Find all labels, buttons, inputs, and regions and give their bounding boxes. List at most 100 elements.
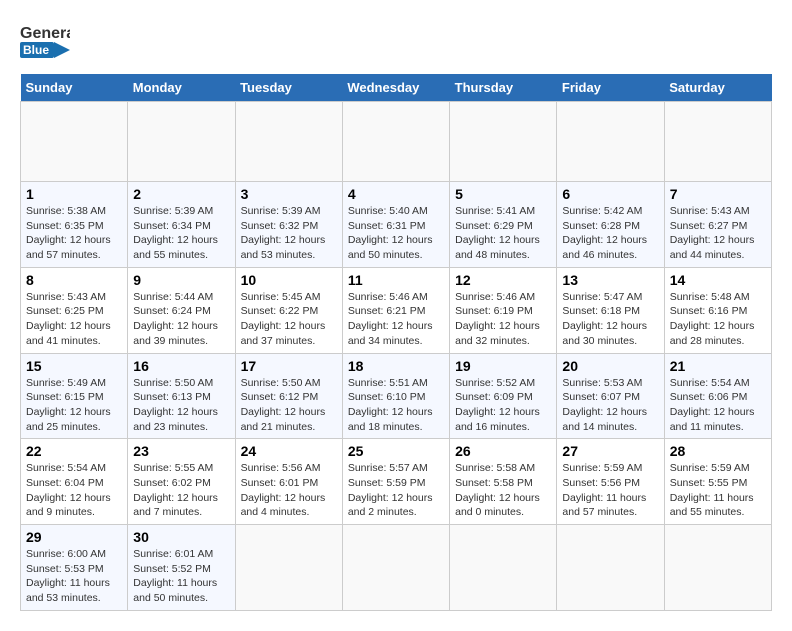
day-info: Sunrise: 5:42 AM Sunset: 6:28 PM Dayligh… [562,204,658,263]
day-info: Sunrise: 5:43 AM Sunset: 6:25 PM Dayligh… [26,290,122,349]
calendar-week-row [21,102,772,182]
calendar-cell: 14 Sunrise: 5:48 AM Sunset: 6:16 PM Dayl… [664,267,771,353]
calendar-cell [450,525,557,611]
day-info: Sunrise: 5:44 AM Sunset: 6:24 PM Dayligh… [133,290,229,349]
day-info: Sunrise: 5:57 AM Sunset: 5:59 PM Dayligh… [348,461,444,520]
day-number: 2 [133,186,229,202]
day-number: 28 [670,443,766,459]
day-number: 19 [455,358,551,374]
day-info: Sunrise: 5:59 AM Sunset: 5:56 PM Dayligh… [562,461,658,520]
calendar-table: SundayMondayTuesdayWednesdayThursdayFrid… [20,74,772,611]
day-info: Sunrise: 5:50 AM Sunset: 6:13 PM Dayligh… [133,376,229,435]
calendar-cell: 12 Sunrise: 5:46 AM Sunset: 6:19 PM Dayl… [450,267,557,353]
day-number: 29 [26,529,122,545]
calendar-cell: 10 Sunrise: 5:45 AM Sunset: 6:22 PM Dayl… [235,267,342,353]
calendar-cell: 9 Sunrise: 5:44 AM Sunset: 6:24 PM Dayli… [128,267,235,353]
day-info: Sunrise: 5:48 AM Sunset: 6:16 PM Dayligh… [670,290,766,349]
calendar-week-row: 1 Sunrise: 5:38 AM Sunset: 6:35 PM Dayli… [21,182,772,268]
calendar-cell: 5 Sunrise: 5:41 AM Sunset: 6:29 PM Dayli… [450,182,557,268]
day-number: 26 [455,443,551,459]
calendar-cell [557,102,664,182]
day-number: 18 [348,358,444,374]
day-info: Sunrise: 5:59 AM Sunset: 5:55 PM Dayligh… [670,461,766,520]
calendar-cell: 18 Sunrise: 5:51 AM Sunset: 6:10 PM Dayl… [342,353,449,439]
calendar-cell [664,525,771,611]
day-info: Sunrise: 6:00 AM Sunset: 5:53 PM Dayligh… [26,547,122,606]
day-number: 30 [133,529,229,545]
calendar-cell: 7 Sunrise: 5:43 AM Sunset: 6:27 PM Dayli… [664,182,771,268]
calendar-cell: 4 Sunrise: 5:40 AM Sunset: 6:31 PM Dayli… [342,182,449,268]
calendar-cell: 8 Sunrise: 5:43 AM Sunset: 6:25 PM Dayli… [21,267,128,353]
calendar-cell [235,525,342,611]
weekday-header: Sunday [21,74,128,102]
day-info: Sunrise: 5:39 AM Sunset: 6:32 PM Dayligh… [241,204,337,263]
day-number: 6 [562,186,658,202]
calendar-cell: 28 Sunrise: 5:59 AM Sunset: 5:55 PM Dayl… [664,439,771,525]
calendar-cell [450,102,557,182]
day-info: Sunrise: 5:51 AM Sunset: 6:10 PM Dayligh… [348,376,444,435]
day-number: 16 [133,358,229,374]
calendar-cell: 29 Sunrise: 6:00 AM Sunset: 5:53 PM Dayl… [21,525,128,611]
day-info: Sunrise: 5:52 AM Sunset: 6:09 PM Dayligh… [455,376,551,435]
calendar-week-row: 22 Sunrise: 5:54 AM Sunset: 6:04 PM Dayl… [21,439,772,525]
calendar-cell [342,525,449,611]
day-info: Sunrise: 5:46 AM Sunset: 6:19 PM Dayligh… [455,290,551,349]
day-info: Sunrise: 5:54 AM Sunset: 6:04 PM Dayligh… [26,461,122,520]
day-info: Sunrise: 5:39 AM Sunset: 6:34 PM Dayligh… [133,204,229,263]
day-info: Sunrise: 5:55 AM Sunset: 6:02 PM Dayligh… [133,461,229,520]
calendar-cell: 20 Sunrise: 5:53 AM Sunset: 6:07 PM Dayl… [557,353,664,439]
day-number: 11 [348,272,444,288]
calendar-cell: 3 Sunrise: 5:39 AM Sunset: 6:32 PM Dayli… [235,182,342,268]
calendar-cell: 24 Sunrise: 5:56 AM Sunset: 6:01 PM Dayl… [235,439,342,525]
day-info: Sunrise: 5:38 AM Sunset: 6:35 PM Dayligh… [26,204,122,263]
day-number: 7 [670,186,766,202]
day-number: 5 [455,186,551,202]
calendar-cell: 25 Sunrise: 5:57 AM Sunset: 5:59 PM Dayl… [342,439,449,525]
calendar-cell: 23 Sunrise: 5:55 AM Sunset: 6:02 PM Dayl… [128,439,235,525]
page-header: General Blue [20,20,772,64]
calendar-cell [21,102,128,182]
day-number: 4 [348,186,444,202]
calendar-cell: 1 Sunrise: 5:38 AM Sunset: 6:35 PM Dayli… [21,182,128,268]
svg-text:General: General [20,25,70,42]
calendar-cell: 22 Sunrise: 5:54 AM Sunset: 6:04 PM Dayl… [21,439,128,525]
calendar-cell: 15 Sunrise: 5:49 AM Sunset: 6:15 PM Dayl… [21,353,128,439]
weekday-header: Tuesday [235,74,342,102]
day-number: 20 [562,358,658,374]
calendar-cell: 26 Sunrise: 5:58 AM Sunset: 5:58 PM Dayl… [450,439,557,525]
calendar-cell: 27 Sunrise: 5:59 AM Sunset: 5:56 PM Dayl… [557,439,664,525]
calendar-cell: 2 Sunrise: 5:39 AM Sunset: 6:34 PM Dayli… [128,182,235,268]
day-info: Sunrise: 5:53 AM Sunset: 6:07 PM Dayligh… [562,376,658,435]
day-number: 14 [670,272,766,288]
day-info: Sunrise: 5:49 AM Sunset: 6:15 PM Dayligh… [26,376,122,435]
day-number: 25 [348,443,444,459]
calendar-week-row: 8 Sunrise: 5:43 AM Sunset: 6:25 PM Dayli… [21,267,772,353]
day-number: 8 [26,272,122,288]
day-info: Sunrise: 5:58 AM Sunset: 5:58 PM Dayligh… [455,461,551,520]
calendar-cell: 13 Sunrise: 5:47 AM Sunset: 6:18 PM Dayl… [557,267,664,353]
calendar-cell [557,525,664,611]
day-info: Sunrise: 5:46 AM Sunset: 6:21 PM Dayligh… [348,290,444,349]
logo: General Blue [20,20,70,64]
day-number: 22 [26,443,122,459]
day-number: 21 [670,358,766,374]
logo-icon: General Blue [20,20,70,64]
day-info: Sunrise: 5:50 AM Sunset: 6:12 PM Dayligh… [241,376,337,435]
day-info: Sunrise: 5:40 AM Sunset: 6:31 PM Dayligh… [348,204,444,263]
calendar-week-row: 29 Sunrise: 6:00 AM Sunset: 5:53 PM Dayl… [21,525,772,611]
day-number: 24 [241,443,337,459]
day-number: 12 [455,272,551,288]
day-info: Sunrise: 5:43 AM Sunset: 6:27 PM Dayligh… [670,204,766,263]
calendar-cell: 19 Sunrise: 5:52 AM Sunset: 6:09 PM Dayl… [450,353,557,439]
calendar-cell [664,102,771,182]
day-info: Sunrise: 5:54 AM Sunset: 6:06 PM Dayligh… [670,376,766,435]
day-info: Sunrise: 5:41 AM Sunset: 6:29 PM Dayligh… [455,204,551,263]
weekday-header: Wednesday [342,74,449,102]
weekday-header: Saturday [664,74,771,102]
weekday-header: Thursday [450,74,557,102]
day-info: Sunrise: 5:56 AM Sunset: 6:01 PM Dayligh… [241,461,337,520]
day-number: 1 [26,186,122,202]
calendar-cell: 11 Sunrise: 5:46 AM Sunset: 6:21 PM Dayl… [342,267,449,353]
weekday-header: Friday [557,74,664,102]
day-number: 23 [133,443,229,459]
